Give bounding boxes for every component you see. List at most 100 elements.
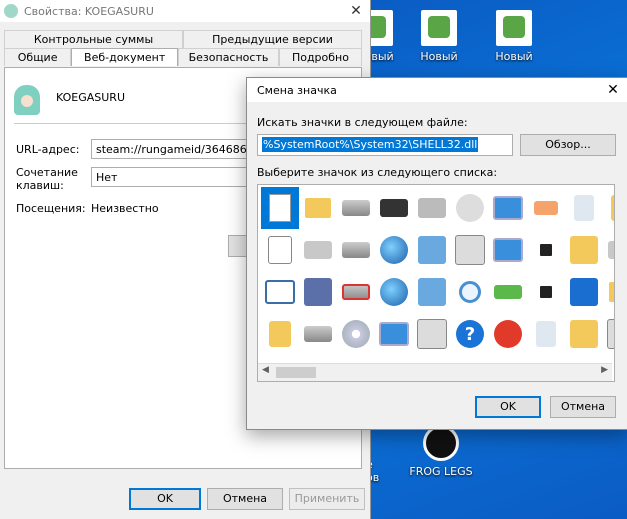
icon-cell[interactable] <box>299 271 337 313</box>
dialog-titlebar: Смена значка ✕ <box>247 78 627 102</box>
shortcut-avatar-icon <box>14 85 40 115</box>
ctrl-icon <box>417 319 447 349</box>
icon-cell[interactable] <box>527 313 565 355</box>
icon-cell[interactable] <box>413 229 451 271</box>
icon-cell[interactable] <box>527 187 565 229</box>
icon-cell[interactable] <box>565 229 603 271</box>
tab-details[interactable]: Подробно <box>278 48 362 66</box>
shortcut-key-field[interactable]: Нет <box>91 167 256 187</box>
icon-cell[interactable] <box>375 229 413 271</box>
shortcut-name: KOEGASURU <box>56 91 125 104</box>
icon-cell[interactable] <box>413 271 451 313</box>
visits-value: Неизвестно <box>91 202 159 215</box>
visits-label: Посещения: <box>16 202 86 215</box>
desktop-icon-new-2[interactable]: Новый <box>482 10 546 63</box>
icon-cell[interactable] <box>337 229 375 271</box>
icon-cell[interactable] <box>603 229 614 271</box>
icon-list[interactable]: ? ◀ ▶ <box>257 184 615 382</box>
icon-cell[interactable]: ? <box>451 313 489 355</box>
desktop-icon-frog-legs[interactable]: FROG LEGS <box>405 425 477 478</box>
icon-cell[interactable] <box>489 313 527 355</box>
icon-cell[interactable] <box>451 187 489 229</box>
window-title: Свойства: KOEGASURU <box>24 4 154 18</box>
tab-security[interactable]: Безопасность <box>178 48 279 66</box>
icon-cell[interactable] <box>337 313 375 355</box>
icon-cell[interactable] <box>603 187 614 229</box>
icon-cell[interactable] <box>299 313 337 355</box>
recycle-icon <box>574 195 594 221</box>
properties-titlebar: Свойства: KOEGASURU ✕ <box>0 0 370 22</box>
tab-web-document[interactable]: Веб-документ <box>71 48 179 66</box>
icon-cell[interactable] <box>261 271 299 313</box>
ok-button[interactable]: OK <box>129 488 201 510</box>
hand-icon <box>534 201 558 215</box>
icon-cell[interactable] <box>261 313 299 355</box>
dialog-ok-button[interactable]: OK <box>475 396 541 418</box>
tab-checksums[interactable]: Контрольные суммы <box>4 30 183 48</box>
icon-cell[interactable] <box>375 313 413 355</box>
monitor-icon <box>379 322 409 346</box>
tab-general[interactable]: Общие <box>4 48 72 66</box>
help-icon: ? <box>456 320 484 348</box>
close-icon[interactable]: ✕ <box>598 82 627 98</box>
small-icon <box>540 244 552 256</box>
search-icon <box>459 281 481 303</box>
icon-cell[interactable] <box>299 187 337 229</box>
icon-cell[interactable] <box>261 187 299 229</box>
icon-cell[interactable] <box>451 229 489 271</box>
desktop-icon-label: FROG LEGS <box>409 465 473 478</box>
tab-previous-versions[interactable]: Предыдущие версии <box>183 30 362 48</box>
drive-icon <box>342 242 370 258</box>
icon-cell[interactable] <box>413 313 451 355</box>
icon-cell[interactable] <box>337 271 375 313</box>
clock-icon <box>456 194 484 222</box>
icon-cell[interactable] <box>603 271 614 313</box>
icon-cell[interactable] <box>527 271 565 313</box>
icon-cell[interactable] <box>527 229 565 271</box>
horizontal-scrollbar[interactable]: ◀ ▶ <box>258 363 612 381</box>
browse-button[interactable]: Обзор... <box>520 134 616 156</box>
icon-cell[interactable] <box>603 313 614 355</box>
power-icon <box>494 320 522 348</box>
icon-file-input[interactable]: %SystemRoot%\System32\SHELL32.dll <box>257 134 513 156</box>
desktop-icon-new-1[interactable]: Новый <box>407 10 471 63</box>
icon-cell[interactable] <box>565 187 603 229</box>
url-field[interactable]: steam://rungameid/3646860 <box>91 139 256 159</box>
net-icon <box>418 236 446 264</box>
small-icon <box>540 286 552 298</box>
change-icon-dialog: Смена значка ✕ Искать значки в следующем… <box>246 77 627 430</box>
icon-cell[interactable] <box>261 229 299 271</box>
url-label: URL-адрес: <box>16 143 80 156</box>
pane-icon <box>265 280 295 304</box>
chip-icon <box>380 199 408 217</box>
icon-file-value: %SystemRoot%\System32\SHELL32.dll <box>262 137 479 152</box>
icon-cell[interactable] <box>489 229 527 271</box>
scroll-left-icon[interactable]: ◀ <box>262 365 269 375</box>
icon-cell[interactable] <box>375 271 413 313</box>
scroll-right-icon[interactable]: ▶ <box>601 365 608 375</box>
icon-cell[interactable] <box>489 187 527 229</box>
close-icon[interactable]: ✕ <box>342 3 370 19</box>
printer-icon <box>418 198 446 218</box>
dialog-cancel-button[interactable]: Отмена <box>550 396 616 418</box>
icon-cell[interactable] <box>299 229 337 271</box>
icon-cell[interactable] <box>565 271 603 313</box>
icon-cell[interactable] <box>375 187 413 229</box>
icon-cell[interactable] <box>451 271 489 313</box>
game-logo-icon <box>423 425 459 461</box>
ctrl-icon <box>607 319 614 349</box>
textdoc-icon <box>268 236 292 264</box>
monitor-icon <box>493 238 523 262</box>
dialog-title: Смена значка <box>257 83 337 97</box>
arrow-icon <box>494 285 522 299</box>
icon-cell[interactable] <box>337 187 375 229</box>
icon-cell[interactable] <box>565 313 603 355</box>
cancel-button[interactable]: Отмена <box>207 488 283 510</box>
icon-grid: ? <box>261 187 614 355</box>
icon-cell[interactable] <box>489 271 527 313</box>
folder-icon <box>305 198 331 218</box>
recycle-icon <box>536 321 556 347</box>
icon-cell[interactable] <box>413 187 451 229</box>
scrollbar-thumb[interactable] <box>276 367 316 378</box>
tab-strip: Контрольные суммы Предыдущие версии Общи… <box>4 30 362 66</box>
